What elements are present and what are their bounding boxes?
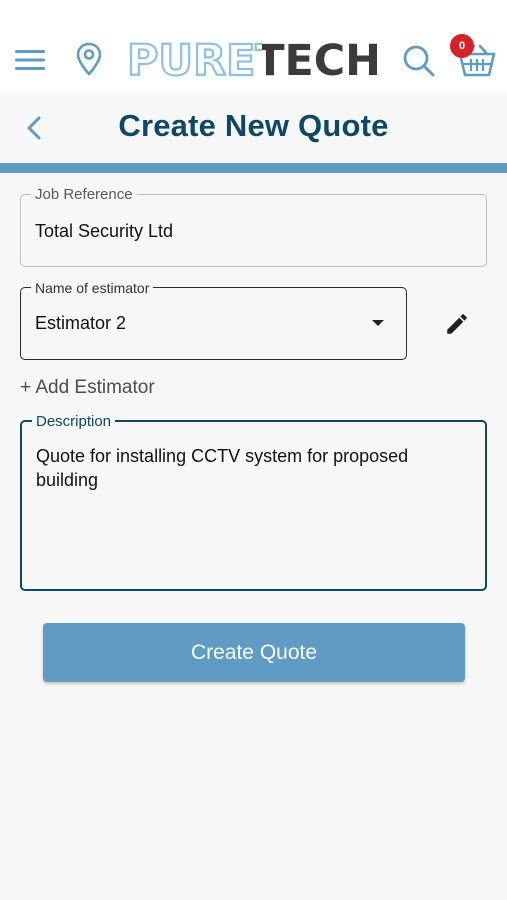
job-reference-label: Job Reference bbox=[31, 186, 137, 204]
search-icon[interactable] bbox=[402, 44, 436, 78]
description-value[interactable]: Quote for installing CCTV system for pro… bbox=[36, 444, 471, 492]
pencil-icon[interactable] bbox=[444, 311, 470, 337]
add-estimator-link[interactable]: + Add Estimator bbox=[20, 377, 155, 399]
puretech-logo[interactable]: PURETECH PURETECH bbox=[127, 33, 383, 85]
description-field[interactable]: Description Quote for installing CCTV sy… bbox=[20, 413, 487, 591]
page-title: Create New Quote bbox=[118, 108, 389, 143]
menu-icon[interactable] bbox=[15, 47, 45, 73]
estimator-value[interactable]: Estimator 2 bbox=[35, 313, 126, 334]
description-label: Description bbox=[32, 413, 116, 431]
app-header: PURETECH PURETECH 0 bbox=[0, 0, 507, 94]
header-divider bbox=[0, 163, 507, 173]
job-reference-value[interactable]: Total Security Ltd bbox=[35, 221, 173, 242]
create-quote-button[interactable]: Create Quote bbox=[43, 623, 465, 682]
estimator-label: Name of estimator bbox=[31, 279, 154, 297]
dropdown-arrow-icon[interactable] bbox=[372, 320, 384, 326]
job-reference-field[interactable]: Job Reference Total Security Ltd bbox=[20, 186, 487, 267]
estimator-select[interactable]: Name of estimator Estimator 2 bbox=[20, 279, 407, 360]
cart-count-badge: 0 bbox=[450, 34, 474, 58]
location-pin-icon[interactable] bbox=[76, 42, 102, 76]
